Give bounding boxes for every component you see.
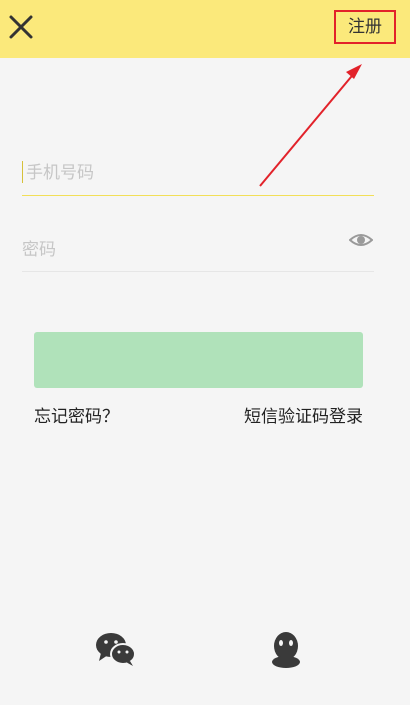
eye-icon[interactable] [349, 230, 373, 250]
top-bar: 注册 [0, 0, 410, 58]
forgot-password-link[interactable]: 忘记密码？ [34, 402, 119, 427]
phone-underline [22, 195, 374, 196]
phone-number-input[interactable]: 手机号码 [22, 158, 374, 188]
phone-placeholder: 手机号码 [26, 163, 94, 183]
wechat-icon[interactable] [95, 631, 137, 667]
login-button[interactable] [34, 332, 363, 388]
password-underline [22, 271, 374, 272]
qq-icon[interactable] [265, 629, 307, 669]
close-icon[interactable] [6, 12, 36, 42]
password-placeholder: 密码 [22, 240, 56, 260]
password-input[interactable]: 密码 [22, 235, 374, 265]
register-button[interactable]: 注册 [334, 10, 396, 44]
sms-login-link[interactable]: 短信验证码登录 [244, 402, 363, 427]
